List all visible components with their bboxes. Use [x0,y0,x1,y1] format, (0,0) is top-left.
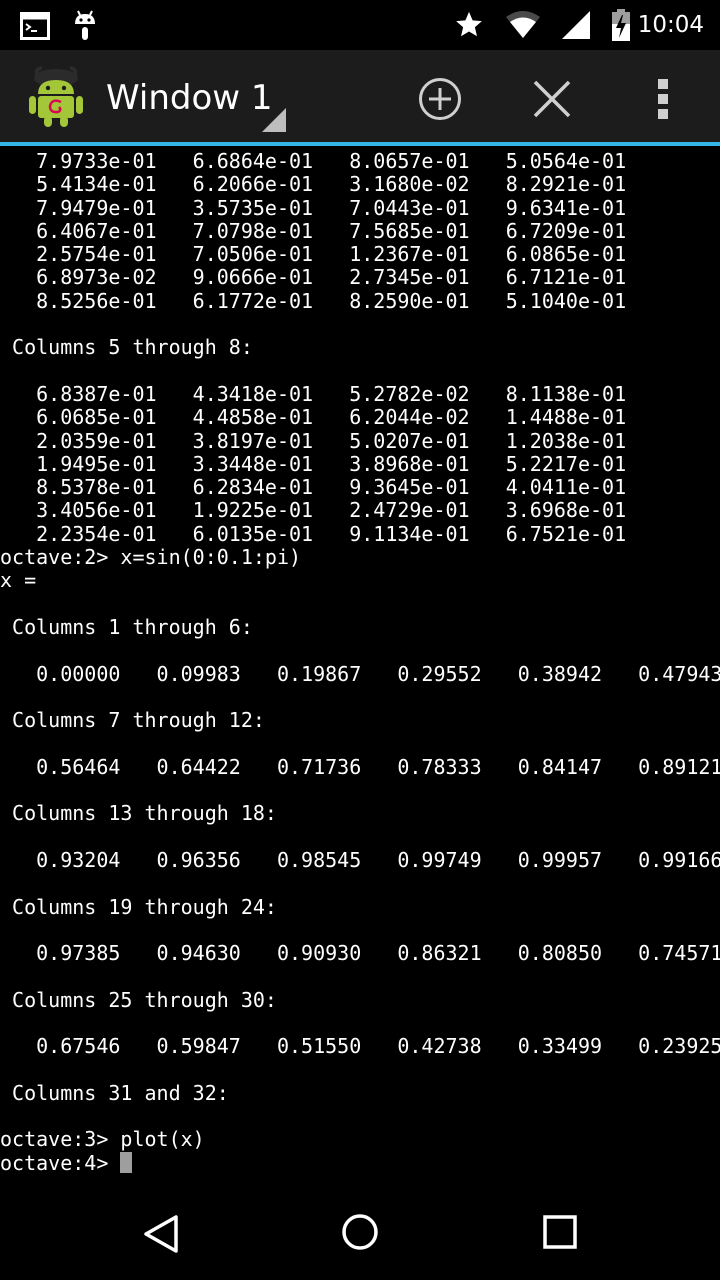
status-bar: 10:04 [0,0,720,50]
screen: 10:04 Window 1 7.9733e-01 6.6864e-01 8.0… [0,0,720,1280]
terminal-line: 6.8973e-02 9.0666e-01 2.7345e-01 6.7121e… [0,265,627,290]
terminal-line: 6.8387e-01 4.3418e-01 5.2782e-02 8.1138e… [0,381,627,406]
terminal-line: 3.4056e-01 1.9225e-01 2.4729e-01 3.6968e… [0,498,627,523]
terminal-line: 7.9733e-01 6.6864e-01 8.0657e-01 5.0564e… [0,150,627,173]
recents-icon[interactable] [543,1215,577,1249]
navigation-bar [0,1184,720,1280]
terminal-line: 1.9495e-01 3.3448e-01 3.8968e-01 5.2217e… [0,451,627,476]
add-window-icon[interactable] [417,76,463,122]
terminal-line: 8.5256e-01 6.1772e-01 8.2590e-01 5.1040e… [0,288,627,313]
terminal-line: 0.67546 0.59847 0.51550 0.42738 0.33499 … [0,1034,720,1059]
back-icon[interactable] [142,1214,180,1254]
battery-icon [611,9,630,41]
terminal-line: octave:3> plot(x) [0,1127,205,1152]
android-debian-icon[interactable] [28,66,84,128]
terminal-line: 5.4134e-01 6.2066e-01 3.1680e-02 8.2921e… [0,172,627,197]
notification-icons [20,10,120,42]
wifi-icon [505,11,540,38]
terminal-line: Columns 13 through 18: [0,801,277,826]
terminal-line: 0.93204 0.96356 0.98545 0.99749 0.99957 … [0,847,720,872]
terminal-line: Columns 25 through 30: [0,987,277,1012]
system-icons: 10:04 [454,0,704,50]
terminal-line: 2.5754e-01 7.0506e-01 1.2367e-01 6.0865e… [0,242,627,267]
terminal-line: 0.97385 0.94630 0.90930 0.86321 0.80850 … [0,941,720,966]
prompt-text: octave:4> [0,1150,121,1175]
terminal-line: Columns 7 through 12: [0,708,265,733]
home-icon[interactable] [341,1213,379,1251]
terminal-prompt-line[interactable]: octave:4> [0,1150,720,1175]
terminal-line: 0.00000 0.09983 0.19867 0.29552 0.38942 … [0,661,720,686]
clock: 10:04 [637,12,704,38]
terminal-line: Columns 1 through 6: [0,614,253,639]
terminal-output[interactable]: 7.9733e-01 6.6864e-01 8.0657e-01 5.0564e… [0,150,720,1180]
terminal-line: 6.4067e-01 7.0798e-01 7.5685e-01 6.7209e… [0,218,627,243]
action-bar-divider [0,142,720,146]
terminal-line: octave:2> x=sin(0:0.1:pi) [0,545,302,570]
overflow-menu-icon[interactable] [656,78,670,120]
terminal-line: 7.9479e-01 3.5735e-01 7.0443e-01 9.6341e… [0,195,627,220]
terminal-line: Columns 5 through 8: [0,335,253,360]
text-cursor [120,1151,133,1173]
window-dropdown-icon[interactable] [262,108,286,132]
terminal-line: 6.0685e-01 4.4858e-01 6.2044e-02 1.4488e… [0,405,627,430]
terminal-notification-icon [20,12,50,40]
close-window-icon[interactable] [532,79,572,119]
terminal-line: 8.5378e-01 6.2834e-01 9.3645e-01 4.0411e… [0,475,627,500]
terminal-line: 0.56464 0.64422 0.71736 0.78333 0.84147 … [0,754,720,779]
window-title[interactable]: Window 1 [106,78,273,118]
terminal-line: 2.0359e-01 3.8197e-01 5.0207e-01 1.2038e… [0,428,627,453]
star-icon [455,11,482,37]
terminal-line: Columns 19 through 24: [0,894,277,919]
cell-signal-icon [561,11,590,39]
android-notification-icon [75,10,95,40]
terminal-line: x = [0,568,37,593]
terminal-line: 2.2354e-01 6.0135e-01 9.1134e-01 6.7521e… [0,521,627,546]
terminal-line: Columns 31 and 32: [0,1080,229,1105]
